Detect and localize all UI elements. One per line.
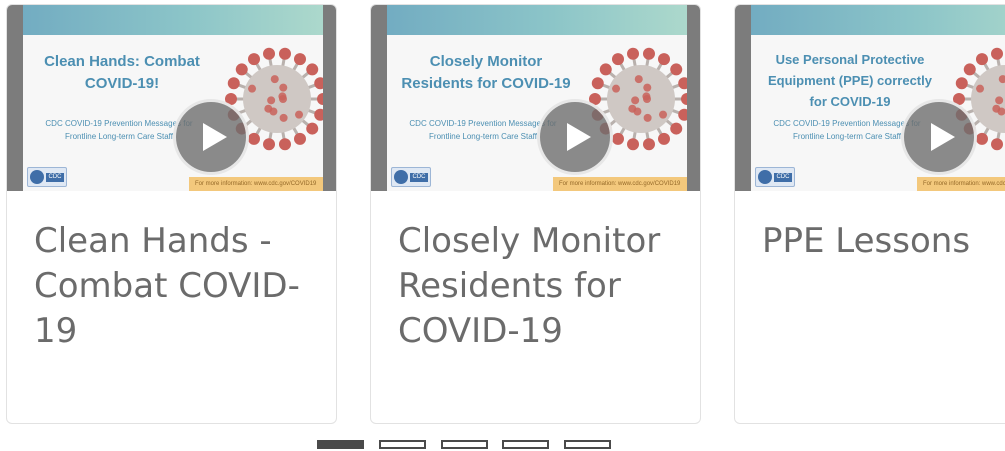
slide-footer: For more information: www.cdc.gov/COVID1… [917, 177, 1005, 191]
play-button[interactable] [537, 99, 613, 175]
video-title[interactable]: PPE Lessons [762, 219, 1005, 264]
cdc-logo-text: CDC [774, 173, 792, 182]
hhs-eagle-icon [758, 170, 772, 184]
slide-heading: Clean Hands: Combat COVID-19! [44, 53, 200, 92]
video-carousel: Clean Hands: Combat COVID-19! CDC COVID-… [0, 0, 1005, 451]
thumbnail-slide: Closely Monitor Residents for COVID-19 C… [387, 5, 687, 191]
slide-footer: For more information: www.cdc.gov/COVID1… [553, 177, 687, 191]
play-icon [931, 123, 955, 151]
cdc-logo: CDC [755, 167, 795, 187]
play-button[interactable] [173, 99, 249, 175]
video-card[interactable]: Closely Monitor Residents for COVID-19 C… [370, 4, 701, 424]
video-title[interactable]: Closely Monitor Residents for COVID-19 [398, 219, 688, 354]
video-thumbnail[interactable]: Closely Monitor Residents for COVID-19 C… [371, 5, 700, 191]
play-icon [203, 123, 227, 151]
pager-dot[interactable] [564, 440, 611, 449]
cdc-logo-text: CDC [410, 173, 428, 182]
pager-dot[interactable] [317, 440, 364, 449]
play-button[interactable] [901, 99, 977, 175]
slide-footer: For more information: www.cdc.gov/COVID1… [189, 177, 323, 191]
video-thumbnail[interactable]: Clean Hands: Combat COVID-19! CDC COVID-… [7, 5, 336, 191]
pager-dot[interactable] [379, 440, 426, 449]
cdc-logo-text: CDC [46, 173, 64, 182]
video-thumbnail[interactable]: Use Personal Protective Equipment (PPE) … [735, 5, 1005, 191]
slide-header-bar [23, 5, 323, 35]
slide-header-bar [751, 5, 1005, 35]
thumbnail-slide: Clean Hands: Combat COVID-19! CDC COVID-… [23, 5, 323, 191]
video-title[interactable]: Clean Hands - Combat COVID-19 [34, 219, 324, 354]
play-icon [567, 123, 591, 151]
slide-header-bar [387, 5, 687, 35]
video-card[interactable]: Use Personal Protective Equipment (PPE) … [734, 4, 1005, 424]
cdc-logo: CDC [391, 167, 431, 187]
slide-heading: Closely Monitor Residents for COVID-19 [401, 53, 571, 92]
video-card[interactable]: Clean Hands: Combat COVID-19! CDC COVID-… [6, 4, 337, 424]
cdc-logo: CDC [27, 167, 67, 187]
pager-dot[interactable] [441, 440, 488, 449]
pager-dot[interactable] [502, 440, 549, 449]
hhs-eagle-icon [30, 170, 44, 184]
hhs-eagle-icon [394, 170, 408, 184]
